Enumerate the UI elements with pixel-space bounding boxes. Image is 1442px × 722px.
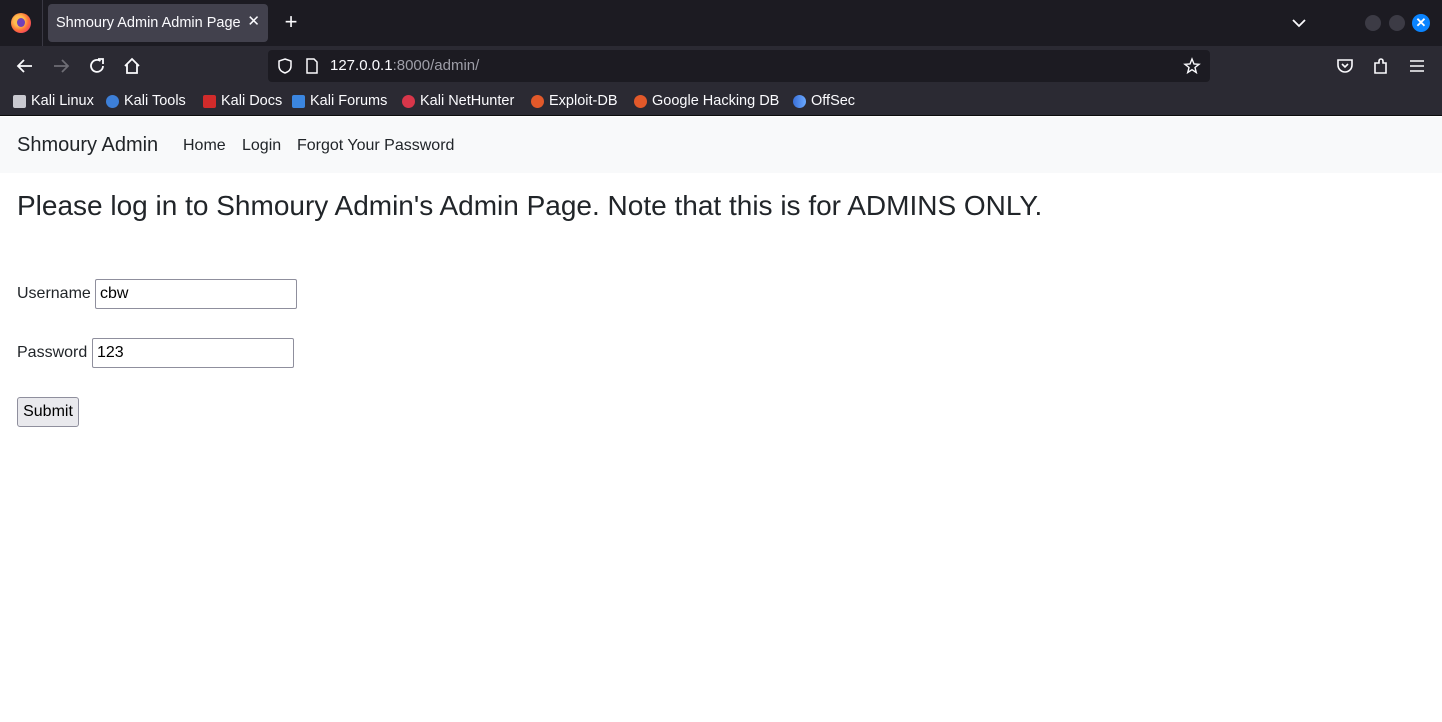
username-input[interactable] (95, 279, 297, 309)
nav-link-forgot-password[interactable]: Forgot Your Password (297, 137, 454, 155)
tab-title: Shmoury Admin Admin Page (56, 15, 241, 31)
nav-link-login[interactable]: Login (242, 137, 281, 155)
back-arrow-icon[interactable] (14, 55, 36, 77)
bookmark-kali-linux[interactable]: Kali Linux (13, 92, 94, 110)
pocket-icon[interactable] (1334, 55, 1356, 77)
extensions-icon[interactable] (1370, 55, 1392, 77)
reload-icon[interactable] (86, 55, 108, 77)
maximize-window-button[interactable] (1389, 15, 1405, 31)
page-heading: Please log in to Shmoury Admin's Admin P… (17, 190, 1043, 221)
bookmark-label: Exploit-DB (549, 93, 618, 109)
submit-button[interactable]: Submit (17, 397, 79, 427)
password-input[interactable] (92, 338, 294, 368)
nethunter-icon (402, 94, 415, 108)
page-icon[interactable] (304, 57, 320, 75)
url-path: :8000/admin/ (392, 57, 480, 74)
chevron-down-icon[interactable] (1290, 14, 1308, 32)
site-navbar: Shmoury Admin Home Login Forgot Your Pas… (0, 117, 1442, 173)
bookmark-label: Kali Tools (124, 93, 186, 109)
close-window-button[interactable]: ✕ (1412, 14, 1430, 32)
kali-tools-icon (106, 94, 119, 108)
bookmark-label: Kali Forums (310, 93, 388, 109)
bookmark-label: Kali Linux (31, 93, 94, 109)
bookmark-label: OffSec (811, 93, 856, 109)
active-tab[interactable]: Shmoury Admin Admin Page ✕ (48, 4, 268, 42)
url-bar[interactable]: 127.0.0.1:8000/admin/ (268, 50, 1210, 82)
kali-forums-icon (292, 94, 305, 108)
bookmark-label: Google Hacking DB (652, 93, 780, 109)
new-tab-icon[interactable]: + (280, 11, 302, 33)
bookmark-offsec[interactable]: OffSec (793, 92, 855, 110)
forward-arrow-icon[interactable] (50, 55, 72, 77)
password-label: Password (17, 344, 88, 361)
bookmark-google-hacking-db[interactable]: Google Hacking DB (634, 92, 779, 110)
home-icon[interactable] (121, 55, 143, 77)
url-host: 127.0.0.1 (330, 57, 393, 74)
bookmark-exploit-db[interactable]: Exploit-DB (531, 92, 618, 110)
site-brand[interactable]: Shmoury Admin (17, 134, 158, 157)
exploit-db-icon (531, 94, 544, 108)
page-content: Shmoury Admin Home Login Forgot Your Pas… (0, 117, 1442, 722)
tab-bar: Shmoury Admin Admin Page ✕ + ✕ (0, 0, 1442, 46)
close-tab-icon[interactable]: ✕ (247, 13, 260, 31)
divider (42, 0, 43, 46)
shield-icon[interactable] (276, 57, 294, 75)
star-icon[interactable] (1183, 57, 1201, 75)
bookmark-kali-nethunter[interactable]: Kali NetHunter (402, 92, 514, 110)
nav-link-home[interactable]: Home (183, 137, 226, 155)
bookmarks-toolbar: Kali Linux Kali Tools Kali Docs Kali For… (0, 86, 1442, 116)
username-label: Username (17, 285, 91, 302)
offsec-icon (793, 94, 806, 108)
ghdb-icon (634, 94, 647, 108)
menu-icon[interactable] (1406, 55, 1428, 77)
bookmark-label: Kali NetHunter (420, 93, 515, 109)
kali-dragon-icon (13, 94, 26, 108)
url-text[interactable]: 127.0.0.1:8000/admin/ (330, 57, 479, 74)
navigation-toolbar: 127.0.0.1:8000/admin/ (0, 46, 1442, 86)
bookmark-label: Kali Docs (221, 93, 283, 109)
bookmark-kali-docs[interactable]: Kali Docs (203, 92, 282, 110)
kali-docs-icon (203, 94, 216, 108)
bookmark-kali-forums[interactable]: Kali Forums (292, 92, 387, 110)
minimize-window-button[interactable] (1365, 15, 1381, 31)
bookmark-kali-tools[interactable]: Kali Tools (106, 92, 186, 110)
firefox-icon[interactable] (11, 13, 31, 33)
